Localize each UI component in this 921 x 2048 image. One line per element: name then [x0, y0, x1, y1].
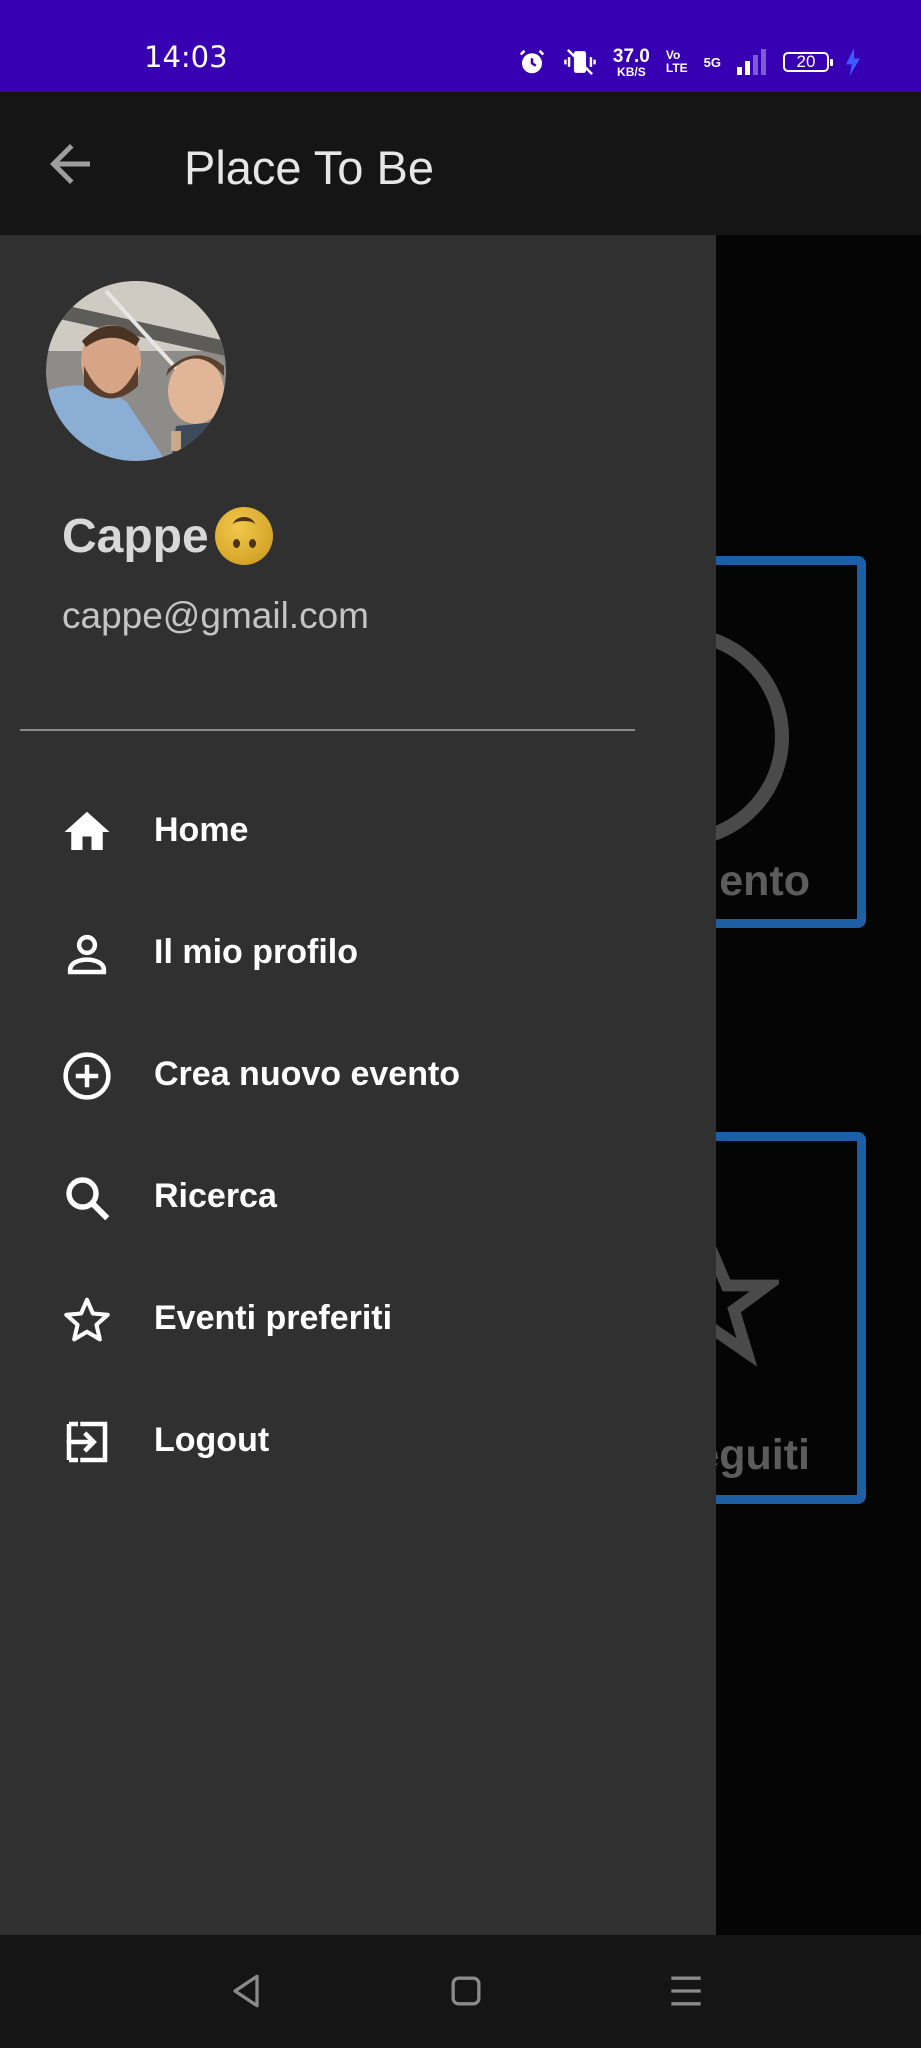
volte-indicator: Vo LTE: [665, 48, 688, 75]
vibrate-icon: [564, 48, 596, 76]
status-bar: 14:03 37.0 KB/S Vo LTE 5G 20: [0, 0, 921, 92]
menu-item-logout[interactable]: Logout: [0, 1392, 716, 1492]
logout-icon: [66, 1421, 108, 1463]
nav-home-icon[interactable]: [444, 1969, 488, 2013]
charging-icon: [846, 48, 860, 76]
add-circle-icon: [63, 1052, 111, 1100]
network-speed: 37.0 KB/S: [612, 45, 650, 79]
home-icon: [64, 811, 110, 850]
status-time: 14:03: [144, 40, 228, 74]
status-icons: 37.0 KB/S Vo LTE 5G 20: [517, 42, 861, 82]
avatar: [46, 281, 226, 461]
system-nav-bar: [0, 1935, 921, 2048]
menu-item-label: Logout: [154, 1421, 270, 1459]
back-button[interactable]: [40, 134, 100, 194]
menu-item-create-event[interactable]: Crea nuovo evento: [0, 1026, 716, 1126]
signal-icon: [737, 49, 766, 75]
page-title: Place To Be: [184, 141, 434, 194]
menu-item-label: Home: [154, 811, 249, 849]
menu-item-label: Eventi preferiti: [154, 1299, 393, 1337]
menu-item-label: Crea nuovo evento: [154, 1055, 461, 1093]
navigation-drawer: Cappe cappe@gmail.com Home Il mio profil…: [0, 235, 716, 1935]
menu-item-favorites[interactable]: Eventi preferiti: [0, 1270, 716, 1370]
menu-item-label: Il mio profilo: [154, 933, 358, 971]
network-type: 5G: [703, 54, 721, 70]
menu-item-profile[interactable]: Il mio profilo: [0, 904, 716, 1004]
upside-down-face-emoji-icon: [214, 507, 273, 565]
nav-back-icon[interactable]: [224, 1969, 268, 2013]
menu-item-home[interactable]: Home: [0, 782, 716, 882]
app-bar: Place To Be: [0, 92, 921, 235]
create-event-card-label: ento: [719, 857, 810, 905]
user-name: Cappe: [62, 507, 273, 565]
alarm-icon: [519, 49, 545, 74]
content-scrim[interactable]: [716, 235, 921, 1935]
menu-item-label: Ricerca: [154, 1177, 277, 1215]
avatar-photo: [46, 281, 226, 461]
star-icon: [64, 1297, 110, 1342]
nav-recents-icon[interactable]: [664, 1969, 708, 2013]
battery-indicator: 20: [783, 52, 833, 72]
divider: [20, 729, 635, 731]
person-icon: [67, 934, 107, 975]
menu-item-search[interactable]: Ricerca: [0, 1148, 716, 1248]
search-icon: [66, 1177, 110, 1221]
arrow-left-icon: [50, 144, 90, 184]
user-email: cappe@gmail.com: [62, 595, 369, 636]
